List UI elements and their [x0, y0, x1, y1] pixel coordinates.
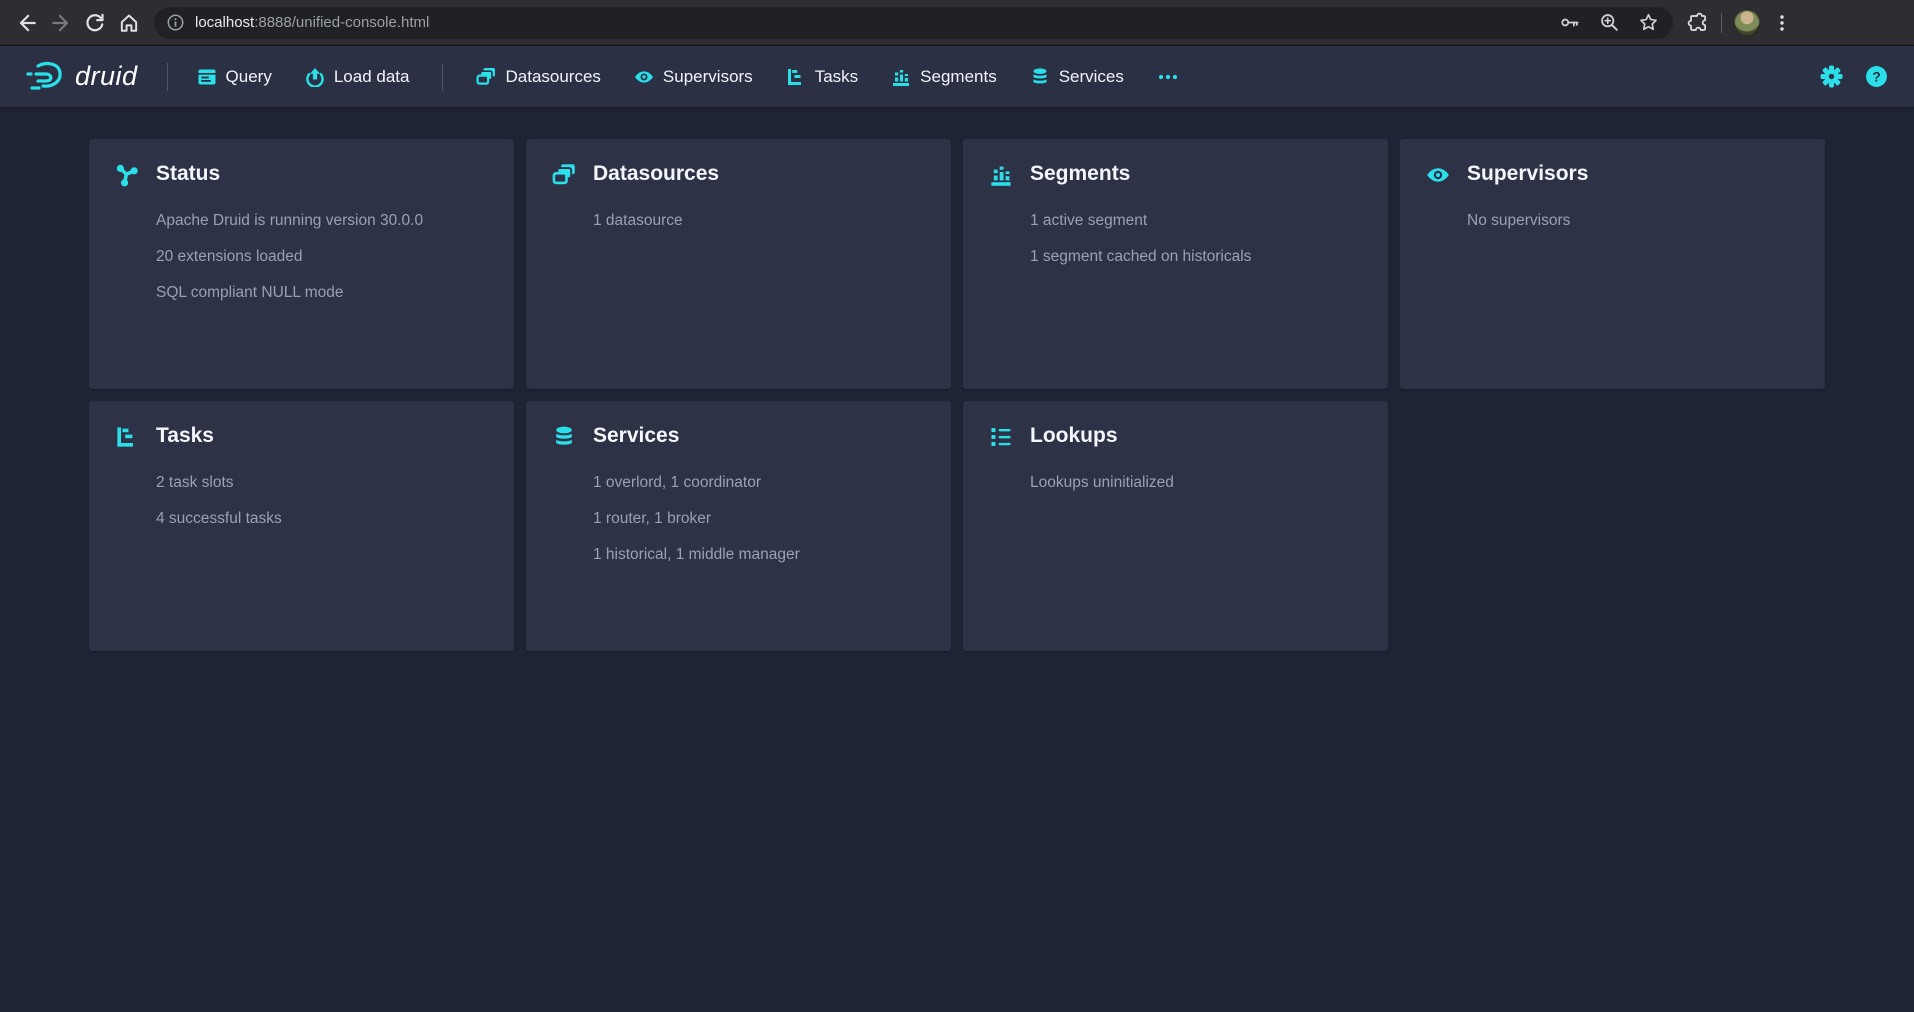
nav-label-segments: Segments: [920, 67, 997, 87]
key-icon: [1560, 12, 1581, 33]
reload-button[interactable]: [78, 6, 112, 40]
card-line: Lookups uninitialized: [1030, 465, 1362, 501]
more-icon: [1157, 67, 1179, 87]
nav-item-tasks[interactable]: Tasks: [786, 67, 858, 87]
card-line: SQL compliant NULL mode: [156, 275, 488, 311]
nav-more-button[interactable]: [1157, 67, 1179, 87]
bookmark-star-button[interactable]: [1638, 12, 1659, 33]
card-line: 1 datasource: [593, 203, 925, 239]
back-button[interactable]: [10, 6, 44, 40]
card-line: 4 successful tasks: [156, 501, 488, 537]
card-title: Tasks: [156, 423, 488, 449]
address-bar[interactable]: localhost:8888/unified-console.html: [154, 7, 1673, 39]
card-title: Lookups: [1030, 423, 1362, 449]
graph-icon: [115, 163, 139, 187]
card-line: 2 task slots: [156, 465, 488, 501]
card-line: 1 historical, 1 middle manager: [593, 537, 925, 573]
page-info-icon[interactable]: [166, 13, 185, 32]
settings-button[interactable]: [1820, 65, 1843, 88]
kebab-menu-icon: [1772, 13, 1792, 33]
datasources-icon: [552, 163, 576, 187]
card-title: Supervisors: [1467, 161, 1799, 187]
nav-label-supervisors: Supervisors: [663, 67, 753, 87]
extensions-puzzle-icon: [1687, 12, 1709, 34]
database-icon: [552, 425, 576, 449]
card-line: 1 segment cached on historicals: [1030, 239, 1362, 275]
segments-card[interactable]: Segments 1 active segment 1 segment cach…: [963, 139, 1388, 389]
profile-avatar[interactable]: [1734, 10, 1760, 36]
supervisors-card[interactable]: Supervisors No supervisors: [1400, 139, 1825, 389]
nav-label-load-data: Load data: [334, 67, 410, 87]
help-glyph: ?: [1872, 68, 1881, 84]
properties-icon: [989, 425, 1013, 449]
gear-icon: [1820, 65, 1843, 88]
url-path: :8888/unified-console.html: [254, 14, 429, 31]
nav-item-load-data[interactable]: Load data: [305, 67, 410, 87]
database-icon: [1030, 67, 1050, 87]
forward-button[interactable]: [44, 6, 78, 40]
nav-label-datasources: Datasources: [505, 67, 600, 87]
card-line: Apache Druid is running version 30.0.0: [156, 203, 488, 239]
home-icon: [118, 12, 140, 34]
gantt-icon: [115, 425, 139, 449]
card-title: Segments: [1030, 161, 1362, 187]
home-button[interactable]: [112, 6, 146, 40]
forward-arrow-icon: [50, 12, 72, 34]
zoom-page-button[interactable]: [1599, 12, 1620, 33]
services-card[interactable]: Services 1 overlord, 1 coordinator 1 rou…: [526, 401, 951, 651]
nav-item-services[interactable]: Services: [1030, 67, 1124, 87]
card-line: No supervisors: [1467, 203, 1799, 239]
nav-item-datasources[interactable]: Datasources: [476, 67, 600, 87]
url-text: localhost:8888/unified-console.html: [195, 14, 1560, 31]
status-card[interactable]: Status Apache Druid is running version 3…: [89, 139, 514, 389]
card-line: 1 overlord, 1 coordinator: [593, 465, 925, 501]
reload-icon: [84, 12, 106, 34]
home-card-grid: Status Apache Druid is running version 3…: [89, 139, 1825, 651]
query-icon: [197, 67, 217, 87]
card-title: Status: [156, 161, 488, 187]
browser-toolbar: localhost:8888/unified-console.html: [0, 0, 1914, 45]
eye-icon: [1426, 163, 1450, 187]
navbar-divider: [442, 63, 443, 91]
back-arrow-icon: [16, 12, 38, 34]
datasources-card[interactable]: Datasources 1 datasource: [526, 139, 951, 389]
toolbar-divider: [1721, 13, 1722, 33]
lookups-card[interactable]: Lookups Lookups uninitialized: [963, 401, 1388, 651]
passwords-key-button[interactable]: [1560, 12, 1581, 33]
nav-label-tasks: Tasks: [815, 67, 858, 87]
card-title: Datasources: [593, 161, 925, 187]
extensions-button[interactable]: [1687, 12, 1709, 34]
segments-icon: [989, 163, 1013, 187]
help-button[interactable]: ?: [1865, 65, 1888, 88]
datasources-icon: [476, 67, 496, 87]
url-host: localhost: [195, 14, 254, 31]
nav-item-query[interactable]: Query: [197, 67, 272, 87]
card-line: 20 extensions loaded: [156, 239, 488, 275]
zoom-magnifier-icon: [1599, 12, 1620, 33]
gantt-icon: [786, 67, 806, 87]
nav-label-services: Services: [1059, 67, 1124, 87]
card-line: 1 active segment: [1030, 203, 1362, 239]
tasks-card[interactable]: Tasks 2 task slots 4 successful tasks: [89, 401, 514, 651]
nav-item-segments[interactable]: Segments: [891, 67, 997, 87]
eye-icon: [634, 67, 654, 87]
card-title: Services: [593, 423, 925, 449]
nav-item-supervisors[interactable]: Supervisors: [634, 67, 753, 87]
star-icon: [1638, 12, 1659, 33]
load-data-icon: [305, 67, 325, 87]
druid-logo[interactable]: druid: [26, 60, 138, 94]
help-icon: ?: [1865, 65, 1888, 88]
browser-menu-button[interactable]: [1772, 13, 1792, 33]
card-line: 1 router, 1 broker: [593, 501, 925, 537]
druid-navbar: druid Query Load data: [0, 45, 1914, 107]
segments-icon: [891, 67, 911, 87]
druid-swirl-icon: [26, 60, 66, 94]
nav-label-query: Query: [226, 67, 272, 87]
druid-wordmark: druid: [75, 61, 138, 92]
navbar-divider: [167, 63, 168, 91]
